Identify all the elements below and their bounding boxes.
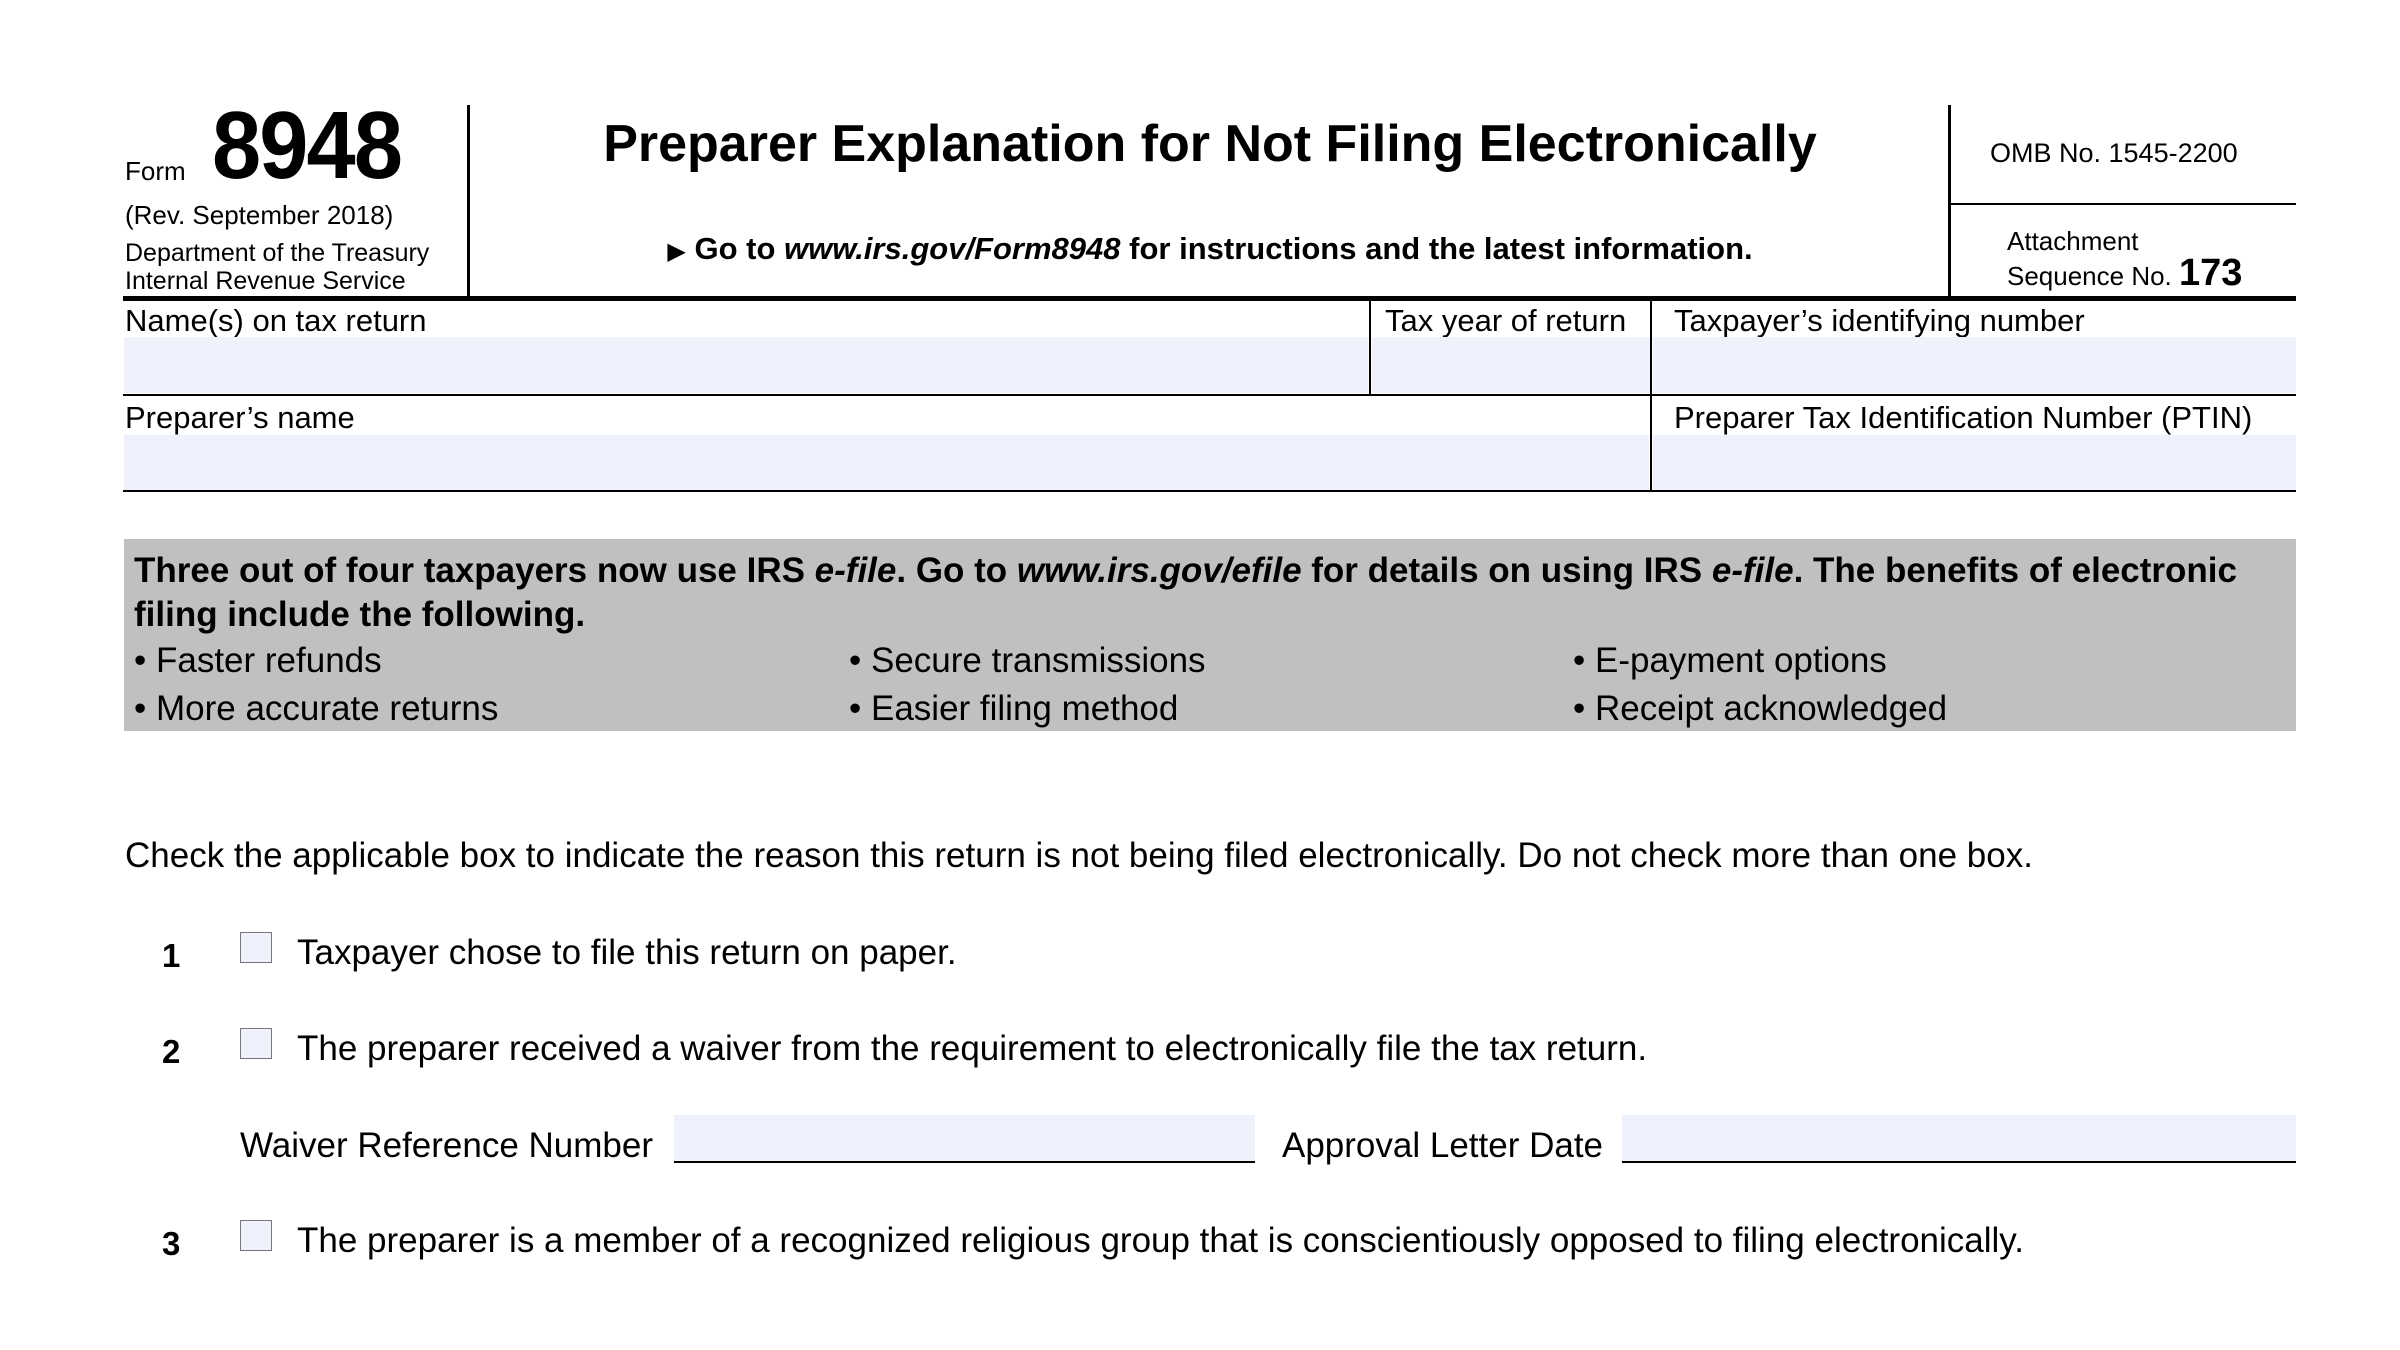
line-number: 2 <box>162 1033 181 1070</box>
goto-prefix: Go to <box>694 231 784 266</box>
department-name: Department of the Treasury <box>125 239 430 267</box>
preparer-name-input[interactable] <box>124 435 1649 490</box>
form-url-link[interactable]: www.irs.gov/Form8948 <box>784 231 1121 266</box>
goto-suffix: for instructions and the latest informat… <box>1120 231 1753 266</box>
approval-date-input[interactable] <box>1622 1115 2296 1163</box>
department: Department of the Treasury Internal Reve… <box>125 239 429 295</box>
divider-tin <box>1650 301 1652 491</box>
tax-year-input[interactable] <box>1372 337 1650 393</box>
page-title: Preparer Explanation for Not Filing Elec… <box>603 115 1817 173</box>
line-number: 3 <box>162 1225 181 1262</box>
benefit-item: • More accurate returns <box>134 689 499 728</box>
ptin-input[interactable] <box>1653 435 2296 490</box>
line-1-checkbox[interactable] <box>240 932 272 963</box>
tax-year-label: Tax year of return <box>1385 303 1627 338</box>
revision-date: (Rev. September 2018) <box>125 200 394 230</box>
divider-tax-year <box>1369 301 1371 395</box>
benefit-item: • Secure transmissions <box>849 641 1206 680</box>
form-number: 8948 <box>212 92 403 199</box>
tin-label: Taxpayer’s identifying number <box>1674 303 2085 338</box>
omb-divider <box>1948 203 2296 205</box>
check-instructions: Check the applicable box to indicate the… <box>125 836 2033 875</box>
ptin-label: Preparer Tax Identification Number (PTIN… <box>1674 400 2253 435</box>
benefit-item: • Easier filing method <box>849 689 1179 728</box>
benefit-item: • E-payment options <box>1573 641 1887 680</box>
row2-bottom-rule <box>123 490 2296 492</box>
waiver-reference-input[interactable] <box>674 1115 1255 1163</box>
line-3-checkbox[interactable] <box>240 1220 272 1251</box>
header-bottom-rule <box>123 296 2296 301</box>
row1-bottom-rule <box>123 394 2296 396</box>
approval-date-label: Approval Letter Date <box>1282 1126 1604 1165</box>
form-label: Form <box>125 156 186 186</box>
line-3-text: The preparer is a member of a recognized… <box>297 1221 2024 1260</box>
omb-number: OMB No. 1545-2200 <box>1990 138 2238 168</box>
preparer-name-label: Preparer’s name <box>125 400 355 435</box>
agency-name: Internal Revenue Service <box>125 267 406 295</box>
names-label: Name(s) on tax return <box>125 303 427 338</box>
names-input[interactable] <box>124 337 1368 393</box>
line-2-checkbox[interactable] <box>240 1028 272 1059</box>
line-number: 1 <box>162 937 181 974</box>
line-2-text: The preparer received a waiver from the … <box>297 1029 1648 1068</box>
benefit-item: • Faster refunds <box>134 641 382 680</box>
tin-input[interactable] <box>1653 337 2296 393</box>
sequence-label: Sequence No. <box>2007 261 2172 291</box>
waiver-reference-label: Waiver Reference Number <box>240 1126 654 1165</box>
arrow-right-icon: ▶ <box>667 238 686 265</box>
efile-benefits-box: Three out of four taxpayers now use IRS … <box>124 539 2296 731</box>
instructions-link-line: ▶ Go to www.irs.gov/Form8948 for instruc… <box>470 233 1950 264</box>
benefit-item: • Receipt acknowledged <box>1573 689 1948 728</box>
efile-url-link[interactable]: www.irs.gov/efile <box>1017 551 1302 590</box>
line-1-text: Taxpayer chose to file this return on pa… <box>297 933 957 972</box>
header-divider-right <box>1948 105 1951 299</box>
sequence-number: 173 <box>2179 252 2243 294</box>
attachment-sequence: Attachment Sequence No. 173 <box>2007 225 2242 292</box>
efile-intro: Three out of four taxpayers now use IRS … <box>134 551 2237 634</box>
